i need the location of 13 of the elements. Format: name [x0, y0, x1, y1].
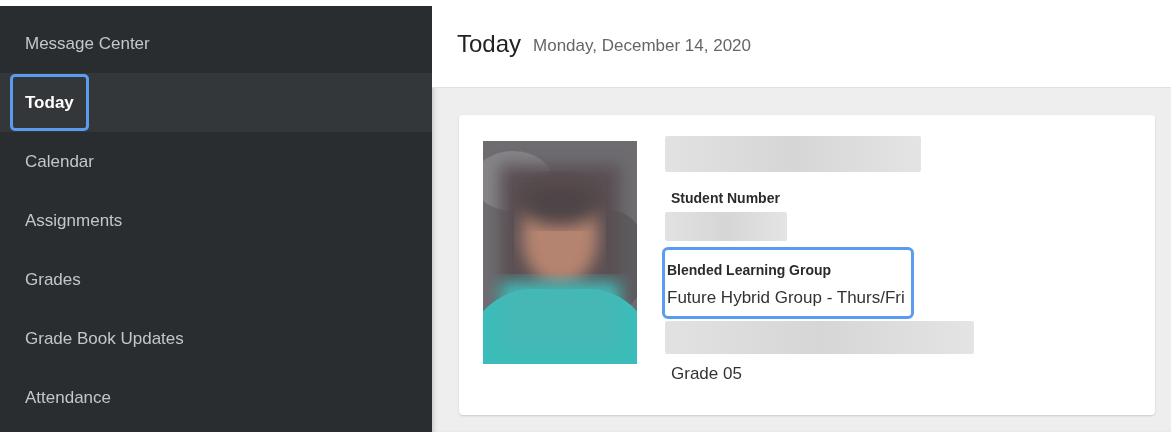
sidebar-item[interactable]: Message Center: [10, 15, 165, 72]
sidebar-item[interactable]: Attendance: [10, 369, 126, 426]
sidebar-item[interactable]: Calendar: [10, 133, 109, 190]
field-label: Student Number: [670, 189, 781, 208]
sidebar-item[interactable]: Grade Book Updates: [10, 310, 199, 367]
sidebar-item[interactable]: Grades: [10, 251, 96, 308]
page-date: Monday, December 14, 2020: [533, 35, 752, 56]
field-label: Blended Learning Group: [667, 262, 833, 278]
field-value: Grade 05: [670, 363, 743, 384]
sidebar-item[interactable]: Today: [10, 74, 89, 131]
page-title: Today: [457, 29, 522, 58]
field-value: Future Hybrid Group - Thurs/Fri: [667, 288, 905, 308]
sidebar-item[interactable]: Assignments: [10, 192, 138, 249]
